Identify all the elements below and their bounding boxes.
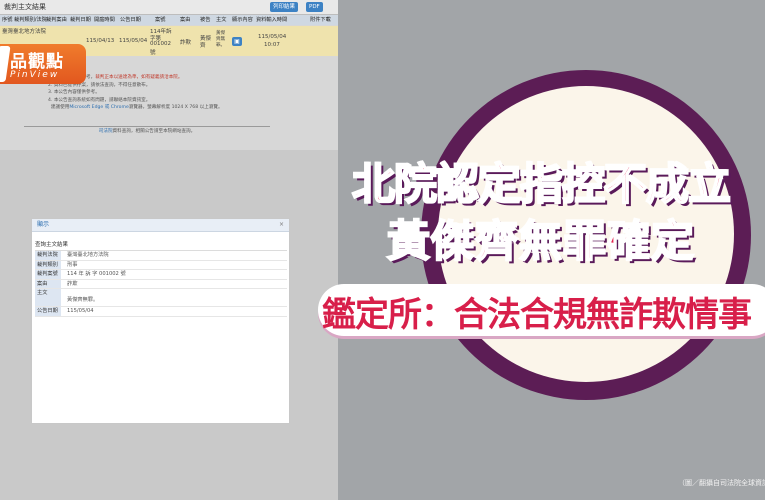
note-item: 建議使用Microsoft Edge 或 Chrome瀏覽器，螢幕解析度 102… xyxy=(50,105,223,111)
detail-row: 裁判案號 114 年 訴 字 001002 號 xyxy=(35,270,287,280)
detail-label: 裁判法院 xyxy=(35,251,61,260)
logo-mark xyxy=(0,46,11,82)
detail-dialog: 顯示 × 查詢主文結果 裁判法院 臺灣臺北地方法院 裁判類別 刑事 裁判案號 1… xyxy=(31,218,290,424)
row-case-no: 001002 xyxy=(150,41,171,47)
detail-label: 案由 xyxy=(35,279,61,288)
footer-link[interactable]: 司法院 xyxy=(99,129,113,134)
col-header: 主文 xyxy=(216,17,227,23)
col-header: 案號 xyxy=(155,17,166,23)
document-icon: ▣ xyxy=(234,38,240,45)
detail-value: 詐欺 xyxy=(67,280,78,287)
detail-value: 114 年 訴 字 001002 號 xyxy=(67,271,126,277)
table-header: 序號 裁判類別/法院 裁判案由 裁判日期 開庭時間 公告日期 案號 案由 被告 … xyxy=(0,15,338,25)
window-title: 裁判主文結果 xyxy=(4,3,46,11)
col-header: 被告 xyxy=(200,17,211,23)
detail-label: 裁判案號 xyxy=(35,270,61,279)
brand-name: 品觀點 xyxy=(10,52,64,72)
col-header: 裁判日期 xyxy=(70,17,91,23)
row-entry-date: 115/05/04 xyxy=(258,34,287,40)
footer-note: 司法院資料查詢，相關公告請至本院網站查詢。 xyxy=(24,126,270,136)
col-header: 顯示內容 xyxy=(232,17,253,23)
note-item: 3. 本公告內容僅供參考。 xyxy=(48,90,100,96)
col-header: 序號 xyxy=(2,17,13,23)
col-header: 裁判案由 xyxy=(46,17,67,23)
detail-label: 裁判類別 xyxy=(35,260,61,269)
col-header: 案由 xyxy=(180,17,191,23)
detail-value: 115/05/04 xyxy=(67,308,94,314)
headline-line-3: 鑑定所：合法合規無詐欺情事 xyxy=(322,295,752,335)
detail-row: 裁判法院 臺灣臺北地方法院 xyxy=(35,251,287,261)
row-defendant: 齊 xyxy=(200,43,206,49)
print-button[interactable]: 列印結果 xyxy=(270,2,299,12)
window-titlebar: 裁判主文結果 列印結果 PDF xyxy=(0,0,338,15)
pdf-button[interactable]: PDF xyxy=(306,2,323,12)
col-header: 開庭時間 xyxy=(94,17,115,23)
row-entry-time: 10:07 xyxy=(264,42,280,48)
detail-value: 臺灣臺北地方法院 xyxy=(67,252,109,258)
row-cause: 詐欺 xyxy=(180,40,192,46)
detail-table: 裁判法院 臺灣臺北地方法院 裁判類別 刑事 裁判案號 114 年 訴 字 001… xyxy=(35,251,287,317)
col-header: 裁判類別/法院 xyxy=(14,17,47,23)
detail-row: 裁判類別 刑事 xyxy=(35,260,287,270)
headline-line-1: 北院認定指控不成立 xyxy=(351,159,732,211)
row-announce-date: 115/05/04 xyxy=(119,38,148,44)
detail-label: 公告日期 xyxy=(35,307,61,316)
note-item: 4. 本公告查詢系統如有問題，請聯絡本院資訊室。 xyxy=(48,97,151,103)
col-header: 附件下載 xyxy=(310,17,331,23)
dialog-titlebar: 顯示 × xyxy=(32,219,289,232)
row-verdict: 罪。 xyxy=(216,43,225,48)
view-content-button[interactable]: ▣ xyxy=(232,37,242,46)
row-court: 臺灣臺北地方法院 xyxy=(2,29,47,35)
dialog-section-title: 查詢主文結果 xyxy=(35,241,287,251)
row-hearing-date: 115/04/13 xyxy=(86,38,115,44)
dialog-title: 顯示 xyxy=(37,221,50,228)
note-item: 2. 資料已提供存案，請依法查詢，不得任意散布。 xyxy=(48,82,151,88)
brand-subtitle: PinView xyxy=(10,70,60,80)
brand-logo: 品觀點 PinView xyxy=(0,44,86,84)
detail-row: 案由 詐欺 xyxy=(35,279,287,289)
col-header: 資料輸入時間 xyxy=(256,17,288,23)
headline-line-2: 黃傑齊無罪確定 xyxy=(386,216,695,268)
detail-row: 主文 黃傑齊無罪。 xyxy=(35,289,287,307)
col-header: 公告日期 xyxy=(120,17,141,23)
detail-label: 主文 xyxy=(35,289,61,306)
detail-value: 黃傑齊無罪。 xyxy=(67,297,99,303)
close-icon[interactable]: × xyxy=(279,219,284,231)
row-case-no: 號 xyxy=(150,50,156,56)
detail-value: 刑事 xyxy=(67,261,78,268)
photo-credit: （圖／翻攝自司法院全球資訊網） xyxy=(678,479,765,487)
detail-row: 公告日期 115/05/04 xyxy=(35,307,287,317)
